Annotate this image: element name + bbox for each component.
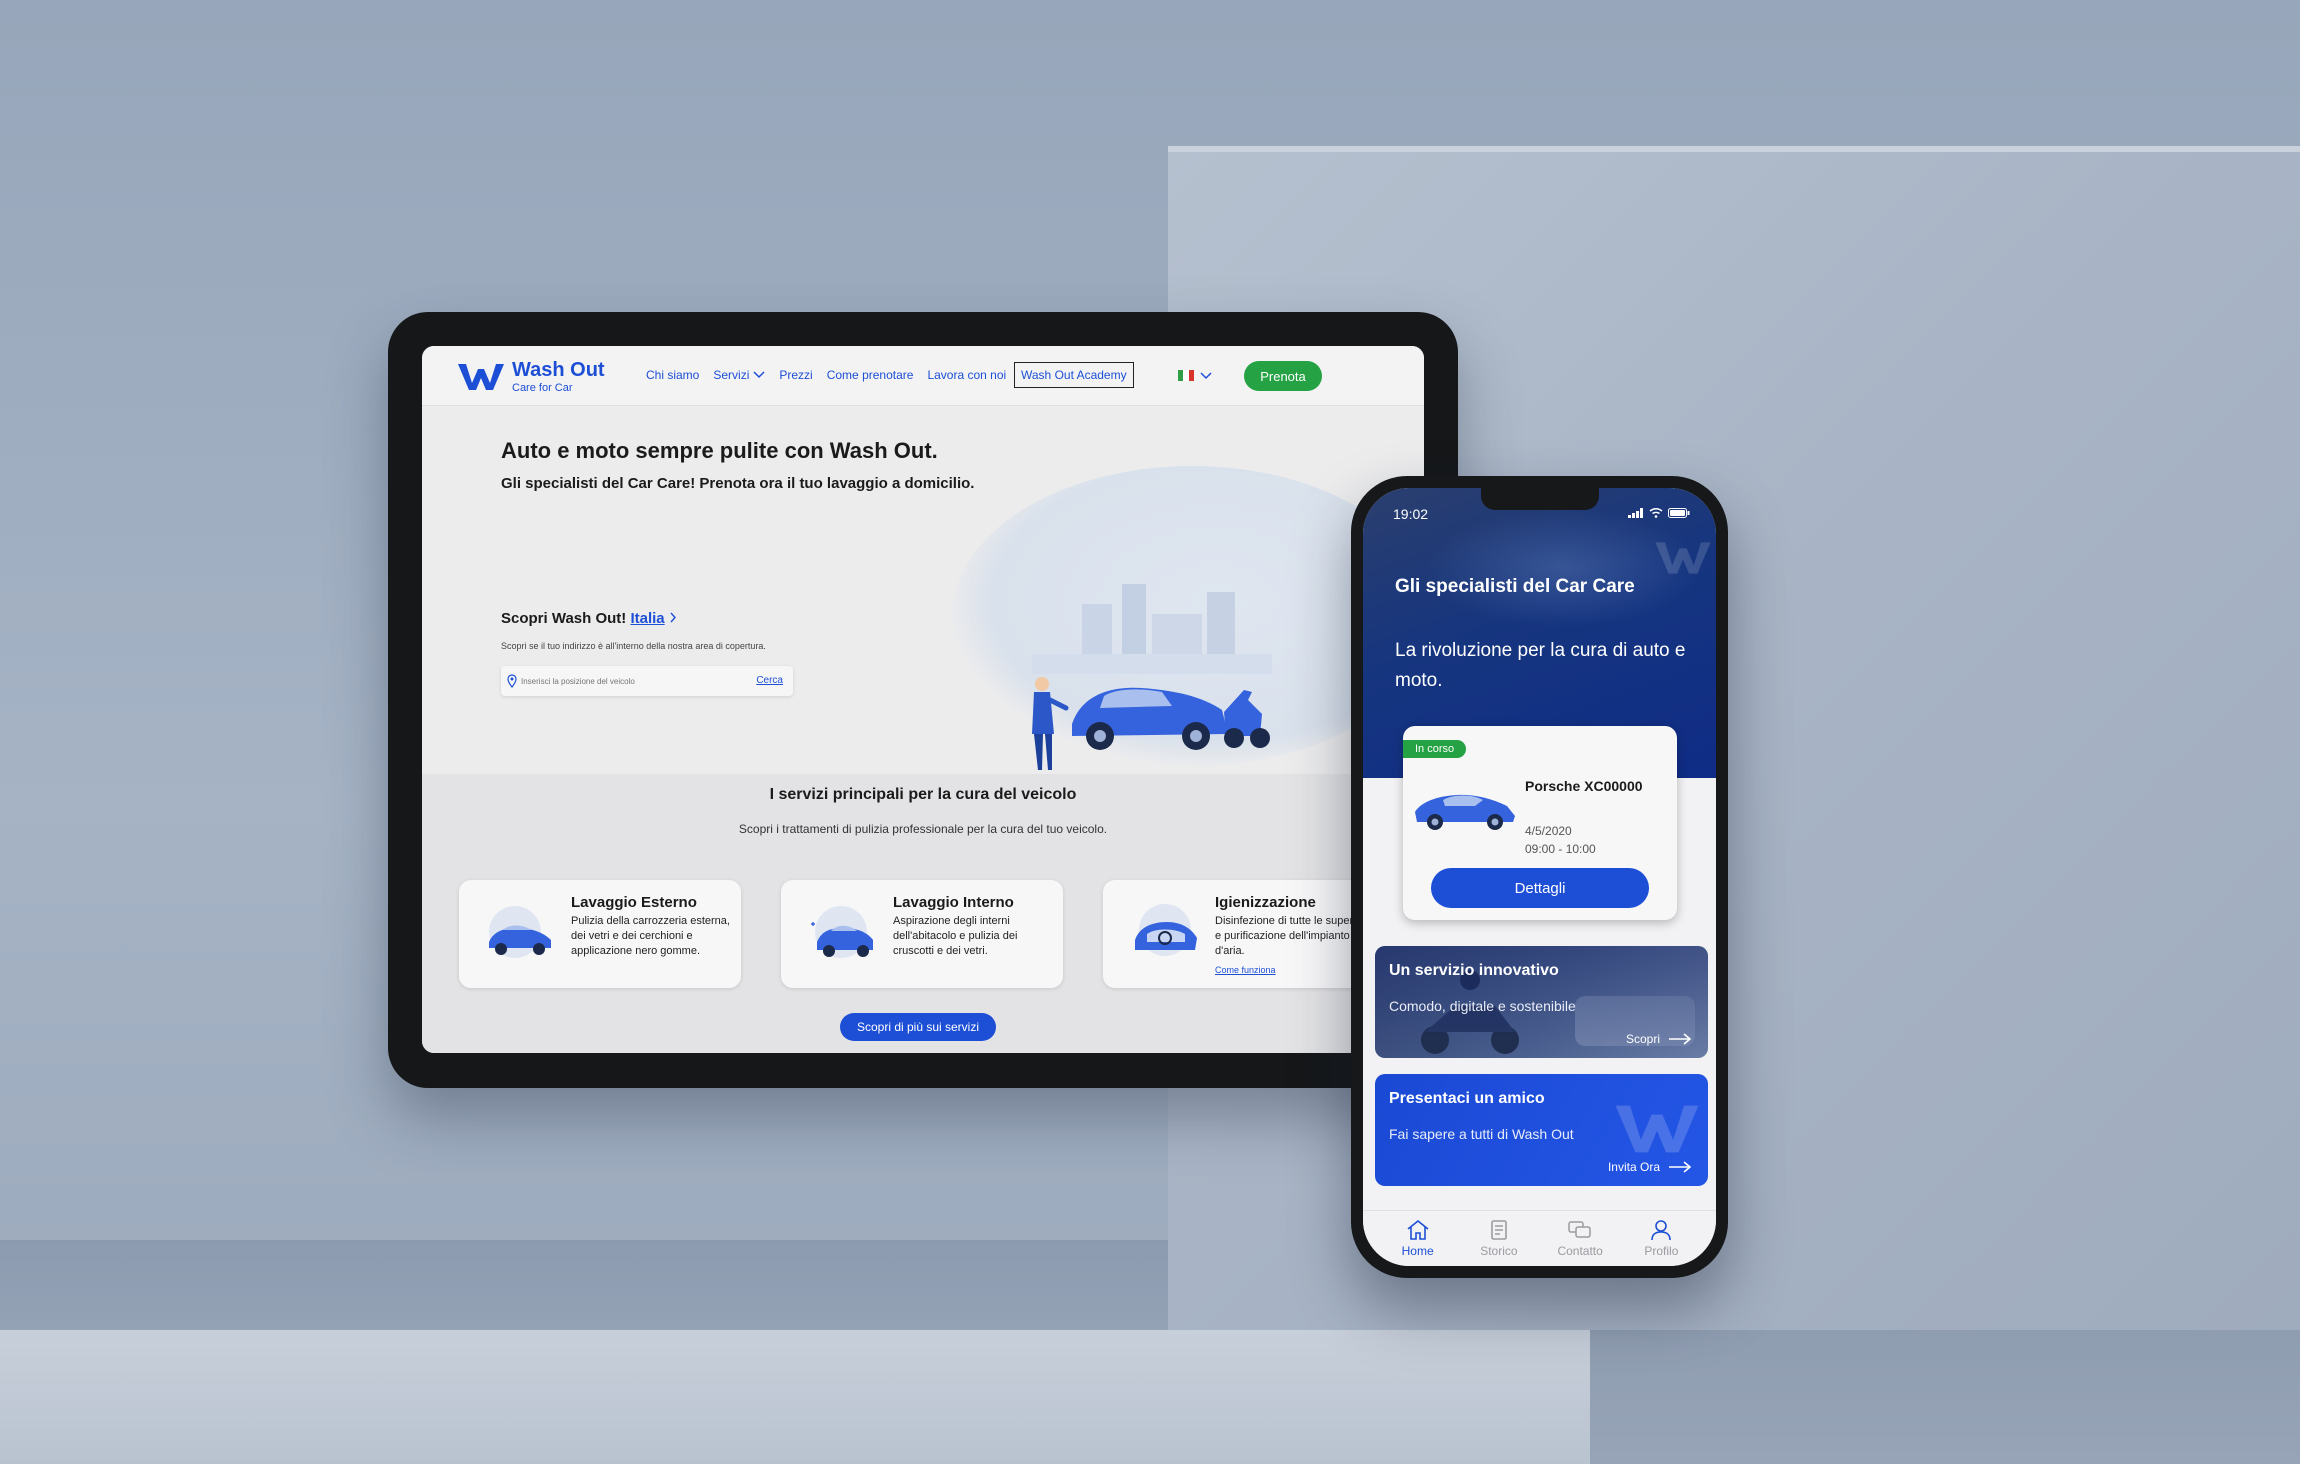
services-section: I servizi principali per la cura del vei… [422,774,1424,1053]
logo-tagline: Care for Car [512,382,573,394]
services-subtitle: Scopri i trattamenti di pulizia professi… [738,822,1108,836]
more-services-button[interactable]: Scopri di più sui servizi [840,1013,996,1041]
booking-card: In corso Porsche XC00000 4/5/2020 09:00 … [1403,726,1677,920]
phone-notch [1481,488,1599,510]
phone-device: Gli specialisti del Car Care La rivoluzi… [1351,476,1728,1278]
nav-come-prenotare[interactable]: Come prenotare [827,368,914,382]
nav-academy[interactable]: Wash Out Academy [1014,362,1134,388]
background-step-shadow [1590,1330,2300,1464]
service-card-text: Aspirazione degli interni dell'abitacolo… [893,915,1018,957]
site-header: Wash Out Care for Car Chi siamo Servizi … [422,346,1424,406]
app-screen: Gli specialisti del Car Care La rivoluzi… [1363,488,1716,1266]
background-step [0,1330,1590,1464]
promo-service-title: Un servizio innovativo [1389,962,1559,979]
tab-label: Storico [1480,1244,1518,1258]
nav-prezzi[interactable]: Prezzi [779,368,812,382]
chat-icon [1568,1221,1591,1238]
wash-out-watermark-icon [1655,542,1711,574]
services-title: I servizi principali per la cura del vei… [769,786,1077,803]
tab-contatto[interactable]: Contatto [1545,1211,1615,1266]
app-hero-title: Gli specialisti del Car Care [1395,576,1635,597]
location-pin-icon [507,674,517,688]
site-nav: Chi siamo Servizi Prezzi Come prenotare … [646,368,1006,382]
service-card-title: Lavaggio Interno [893,894,1014,911]
tab-bar: Home Storico Contatto Profilo [1363,1210,1716,1266]
logo-name: Wash Out [512,359,605,381]
car-wash-illustration [1032,584,1272,770]
background-ledge [0,1240,1168,1330]
promo-service-cta[interactable]: Scopri [1626,1032,1692,1046]
address-search-input[interactable] [521,672,741,690]
discover-help-text: Scopri se il tuo indirizzo è all'interno… [501,641,766,651]
arrow-right-icon [1669,1033,1692,1045]
tablet-device: Wash Out Care for Car Chi siamo Servizi … [388,312,1458,1088]
promo-friend-title: Presentaci un amico [1389,1090,1545,1107]
book-button[interactable]: Prenota [1244,361,1322,391]
service-card-title: Lavaggio Esterno [571,894,697,911]
how-it-works-link[interactable]: Come funziona [1215,965,1276,975]
discover-title-text: Scopri Wash Out! [501,610,627,627]
site-logo[interactable]: Wash Out Care for Car [456,360,605,394]
home-icon [1407,1219,1429,1240]
service-card-text: Pulizia della carrozzeria esterna, dei v… [571,915,730,957]
sanitization-car-icon [1135,904,1197,956]
language-selector[interactable] [1178,370,1212,381]
vehicle-name: Porsche XC00000 [1525,778,1643,794]
service-card-title: Igienizzazione [1215,894,1316,911]
history-icon [1491,1220,1507,1240]
booking-time: 09:00 - 10:00 [1525,842,1596,856]
service-card-exterior[interactable]: Lavaggio Esterno Pulizia della carrozzer… [459,880,741,988]
wash-out-watermark-icon [1615,1105,1699,1153]
promo-friend-card[interactable]: Presentaci un amico Fai sapere a tutti d… [1375,1074,1708,1186]
chevron-right-icon [670,612,676,623]
tab-storico[interactable]: Storico [1464,1211,1534,1266]
hero-title: Auto e moto sempre pulite con Wash Out. [501,438,938,463]
website-screen: Wash Out Care for Car Chi siamo Servizi … [422,346,1424,1053]
arrow-right-icon [1669,1161,1692,1173]
signal-icon [1628,508,1643,518]
chevron-down-icon [1200,371,1212,379]
promo-friend-cta[interactable]: Invita Ora [1608,1160,1692,1174]
tab-label: Contatto [1557,1244,1603,1258]
status-time: 19:02 [1393,506,1429,522]
nav-lavora-con-noi[interactable]: Lavora con noi [927,368,1006,382]
app-hero-subtitle: La rivoluzione per la cura di auto e mot… [1395,640,1686,691]
nav-servizi-label: Servizi [713,368,750,382]
tab-home[interactable]: Home [1383,1211,1453,1266]
promo-friend-cta-label: Invita Ora [1607,1160,1660,1174]
nav-chi-siamo[interactable]: Chi siamo [646,368,699,382]
hero-subtitle: Gli specialisti del Car Care! Prenota or… [501,475,975,492]
promo-service-card[interactable]: Un servizio innovativo Comodo, digitale … [1375,946,1708,1058]
italy-flag-icon [1178,370,1194,381]
interior-wash-car-icon [811,906,873,958]
wash-out-logo-icon [458,364,504,390]
tab-profilo[interactable]: Profilo [1626,1211,1696,1266]
details-button[interactable]: Dettagli [1431,868,1649,908]
tab-label: Home [1401,1244,1434,1258]
address-search: Cerca [501,666,793,696]
battery-icon [1668,508,1690,518]
nav-servizi[interactable]: Servizi [713,368,765,382]
booking-date: 4/5/2020 [1525,824,1572,838]
discover-title: Scopri Wash Out! Italia [501,610,677,627]
chevron-down-icon [753,371,765,379]
search-button[interactable]: Cerca [756,675,783,686]
service-card-sanitization[interactable]: Igienizzazione Disinfezione di tutte le … [1103,880,1385,988]
discover-country-link[interactable]: Italia [630,610,664,627]
tab-label: Profilo [1644,1244,1679,1258]
status-icons [1628,508,1690,518]
user-icon [1651,1220,1672,1241]
exterior-wash-car-icon [489,906,551,958]
sports-car-icon [1415,794,1515,830]
service-card-interior[interactable]: Lavaggio Interno Aspirazione degli inter… [781,880,1063,988]
promo-friend-subtitle: Fai sapere a tutti di Wash Out [1389,1126,1574,1142]
promo-service-subtitle: Comodo, digitale e sostenibile [1389,998,1576,1014]
promo-service-cta-label: Scopri [1625,1032,1660,1046]
wifi-icon [1649,508,1663,518]
background-block-edge [1168,146,2300,152]
status-badge: In corso [1403,740,1467,758]
